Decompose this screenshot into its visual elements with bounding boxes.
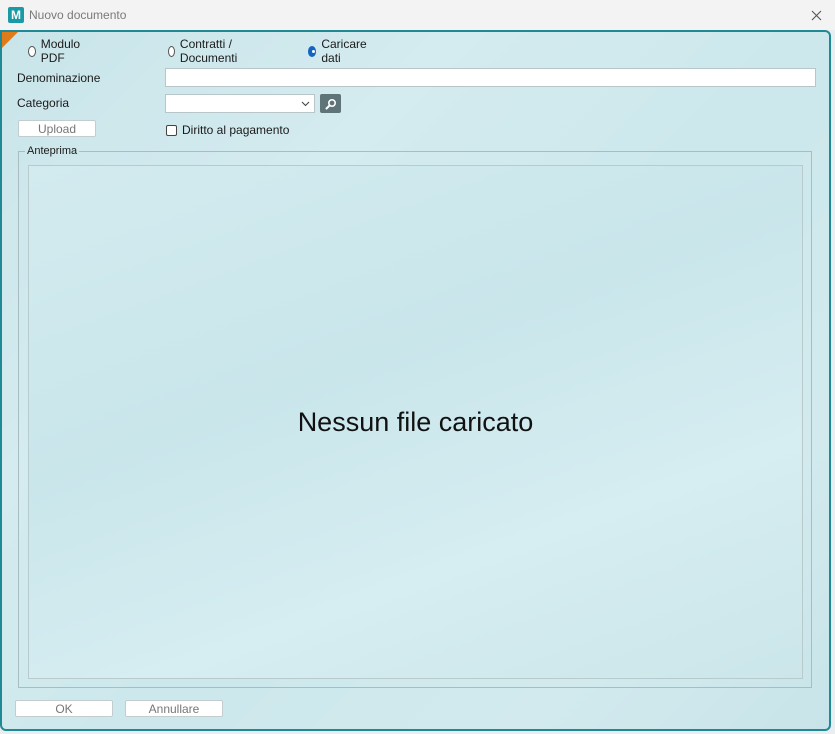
radio-modulo-pdf[interactable]: Modulo PDF [28,37,83,65]
cancel-button[interactable]: Annullare [125,700,223,717]
upload-button[interactable]: Upload [18,120,96,137]
categoria-search-button[interactable] [320,94,341,113]
window-title: Nuovo documento [29,8,127,22]
radio-modulo-pdf-indicator [28,45,36,57]
radio-modulo-pdf-label: Modulo PDF [40,37,81,65]
radio-contratti-documenti-indicator [168,45,175,57]
categoria-label: Categoria [17,96,70,110]
close-icon [811,10,821,20]
radio-caricare-dati-label: Caricare dati [321,37,367,65]
app-icon: M [8,7,24,23]
radio-caricare-dati-indicator [308,45,317,57]
diritto-checkbox-box [166,124,177,136]
preview-group: Anteprima Nessun file caricato [18,145,812,688]
preview-legend: Anteprima [25,145,80,158]
dialog-body: Modulo PDF Contratti / Documenti Caricar… [0,30,831,731]
radio-contratti-documenti-label: Contratti / Documenti [179,37,238,65]
radio-caricare-dati[interactable]: Caricare dati [308,37,369,65]
empty-preview-message: Nessun file caricato [297,406,534,437]
ok-button[interactable]: OK [15,700,113,717]
chevron-down-icon [301,101,310,107]
denominazione-label: Denominazione [17,71,101,85]
title-bar: M Nuovo documento [0,0,835,30]
radio-contratti-documenti[interactable]: Contratti / Documenti [168,37,241,65]
categoria-select[interactable] [165,94,315,113]
diritto-checkbox-label: Diritto al pagamento [182,123,290,137]
diritto-checkbox[interactable]: Diritto al pagamento [166,123,289,137]
preview-area: Nessun file caricato [28,165,803,679]
corner-marker [2,32,18,48]
close-button[interactable] [805,4,827,26]
denominazione-input[interactable] [165,68,816,87]
search-icon [325,98,336,109]
